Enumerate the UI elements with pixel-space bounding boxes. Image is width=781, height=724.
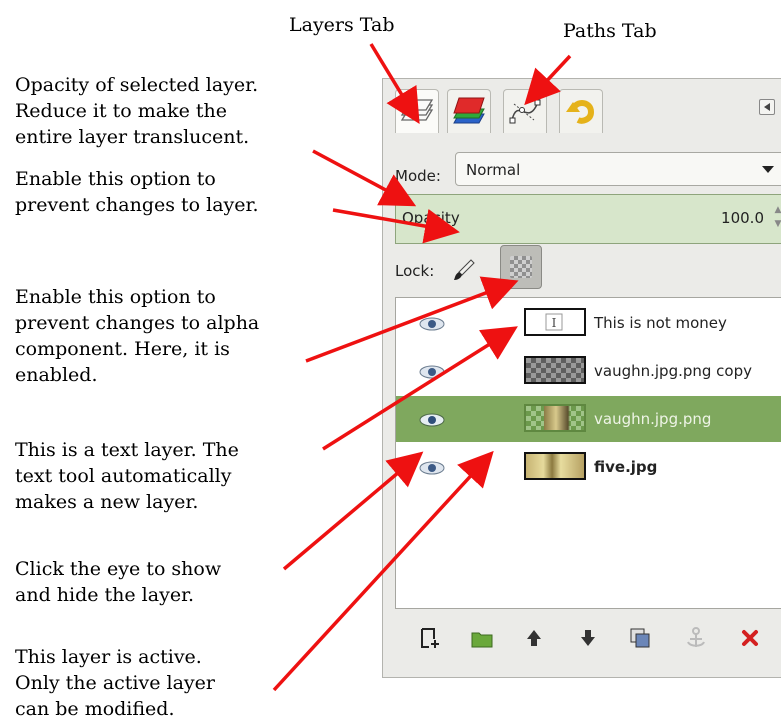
lock-pixels-toggle[interactable] — [451, 257, 477, 283]
tab-undo-history[interactable] — [559, 89, 603, 133]
eye-icon[interactable] — [418, 412, 446, 428]
dock-tab-row — [383, 79, 781, 139]
layers-list: I This is not money vaughn.jpg.png copy … — [395, 297, 781, 609]
layers-icon — [400, 99, 434, 121]
eye-icon[interactable] — [418, 316, 446, 332]
layer-row[interactable]: vaughn.jpg.png copy — [396, 348, 781, 394]
layers-dock-panel: Mode: Normal Opacity 100.0 ▲ ▼ Lock: I Th… — [382, 78, 781, 678]
lower-layer-icon[interactable] — [575, 625, 601, 651]
tab-layers[interactable] — [395, 89, 439, 133]
layer-name[interactable]: This is not money — [594, 314, 727, 332]
layer-thumbnail — [524, 404, 586, 432]
lock-alpha-note: Enable this option to prevent changes to… — [15, 286, 260, 386]
paths-tab-caption: Paths Tab — [563, 20, 657, 42]
paintbrush-icon — [454, 259, 475, 280]
svg-text:I: I — [552, 316, 557, 330]
layer-name[interactable]: vaughn.jpg.png copy — [594, 362, 752, 380]
eye-icon[interactable] — [418, 364, 446, 380]
opacity-slider[interactable]: Opacity 100.0 ▲ ▼ — [395, 194, 781, 244]
new-layer-group-icon[interactable] — [469, 625, 495, 651]
chevron-down-icon — [762, 166, 774, 173]
layer-row[interactable]: I This is not money — [396, 300, 781, 346]
eye-note: Click the eye to show and hide the layer… — [15, 558, 222, 606]
layer-name[interactable]: vaughn.jpg.png — [594, 410, 711, 428]
undo-history-icon — [566, 100, 595, 124]
raise-layer-icon[interactable] — [521, 625, 547, 651]
duplicate-layer-icon[interactable] — [627, 625, 653, 651]
lock-alpha-toggle[interactable] — [500, 245, 542, 289]
layers-tab-caption: Layers Tab — [289, 14, 395, 36]
channels-icon — [453, 97, 485, 124]
opacity-value: 100.0 — [721, 209, 764, 227]
lock-label: Lock: — [395, 262, 435, 280]
layer-row[interactable]: five.jpg — [396, 444, 781, 490]
active-layer-note: This layer is active. Only the active la… — [15, 646, 215, 720]
mode-value: Normal — [466, 161, 521, 179]
text-layer-note: This is a text layer. The text tool auto… — [15, 439, 239, 513]
layer-thumbnail — [524, 356, 586, 384]
layer-thumbnail: I — [524, 308, 586, 336]
paths-icon — [509, 99, 541, 124]
layers-button-bar — [395, 619, 781, 659]
new-layer-icon[interactable] — [415, 625, 441, 651]
alpha-checker-icon — [510, 256, 532, 278]
opacity-note: Opacity of selected layer. Reduce it to … — [15, 74, 259, 148]
layer-name[interactable]: five.jpg — [594, 458, 657, 476]
dock-menu-button[interactable] — [759, 99, 775, 115]
tab-channels[interactable] — [447, 89, 491, 133]
mode-label: Mode: — [395, 167, 441, 185]
eye-icon[interactable] — [418, 460, 446, 476]
layer-thumbnail — [524, 452, 586, 480]
text-layer-icon: I — [545, 313, 563, 331]
layer-row-active[interactable]: vaughn.jpg.png — [396, 396, 781, 442]
lock-pixels-note: Enable this option to prevent changes to… — [15, 168, 259, 216]
mode-select[interactable]: Normal — [455, 152, 781, 186]
tab-paths[interactable] — [503, 89, 547, 133]
anchor-layer-icon[interactable] — [683, 625, 709, 651]
delete-layer-icon[interactable] — [737, 625, 763, 651]
spin-arrows-icon[interactable]: ▲ ▼ — [772, 203, 781, 235]
opacity-label: Opacity — [402, 209, 460, 227]
